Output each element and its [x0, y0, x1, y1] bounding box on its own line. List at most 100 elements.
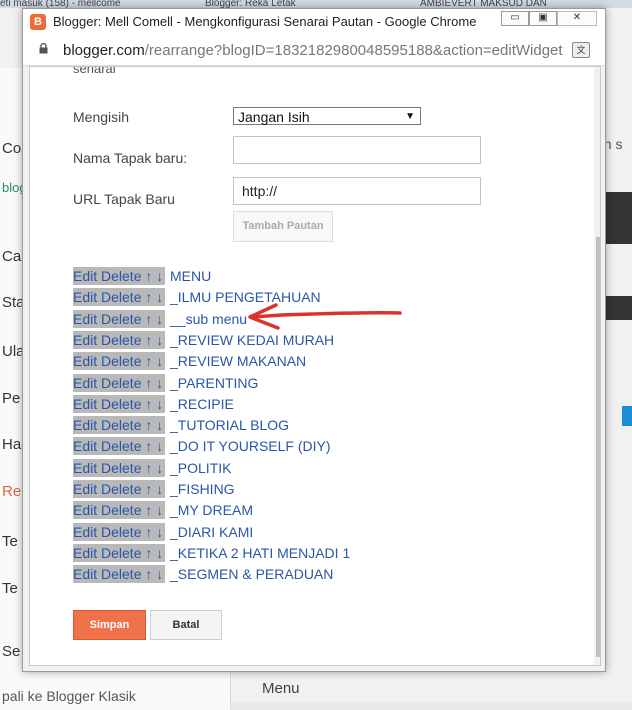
background-sidebar-item[interactable]: Re [2, 483, 21, 500]
edit-link[interactable]: Edit [73, 311, 97, 327]
move-down-link[interactable]: ↓ [156, 524, 163, 540]
background-sidebar-item[interactable]: Pe [2, 390, 20, 407]
url-text[interactable]: blogger.com/rearrange?blogID=18321829800… [63, 42, 563, 59]
delete-link[interactable]: Delete [101, 268, 141, 284]
edit-link[interactable]: Edit [73, 268, 97, 284]
delete-link[interactable]: Delete [101, 332, 141, 348]
delete-link[interactable]: Delete [101, 460, 141, 476]
edit-link[interactable]: Edit [73, 375, 97, 391]
link-name: _PARENTING [170, 374, 259, 391]
background-sidebar-item[interactable]: Te [2, 533, 18, 550]
minimize-button[interactable]: ▭ [501, 11, 529, 26]
sort-select[interactable]: Jangan Isih ▼ [233, 107, 421, 125]
background-sidebar-item[interactable]: Te [2, 580, 18, 597]
background-tab[interactable]: eti masuk (158) - mellcome [0, 0, 140, 8]
move-down-link[interactable]: ↓ [156, 438, 163, 454]
edit-link[interactable]: Edit [73, 460, 97, 476]
delete-link[interactable]: Delete [101, 438, 141, 454]
move-down-link[interactable]: ↓ [156, 460, 163, 476]
move-up-link[interactable]: ↑ [145, 289, 152, 305]
delete-link[interactable]: Delete [101, 311, 141, 327]
delete-link[interactable]: Delete [101, 502, 141, 518]
link-name: __sub menu [170, 310, 248, 327]
scrollbar-thumb[interactable] [596, 237, 600, 657]
delete-link[interactable]: Delete [101, 524, 141, 540]
delete-link[interactable]: Delete [101, 289, 141, 305]
move-down-link[interactable]: ↓ [156, 481, 163, 497]
delete-link[interactable]: Delete [101, 566, 141, 582]
move-down-link[interactable]: ↓ [156, 289, 163, 305]
edit-link[interactable]: Edit [73, 289, 97, 305]
move-up-link[interactable]: ↑ [145, 332, 152, 348]
link-name: _POLITIK [170, 459, 232, 476]
link-name: _SEGMEN & PERADUAN [170, 566, 334, 583]
link-controls: Edit Delete ↑ ↓ [73, 416, 166, 435]
link-name: _RECIPIE [170, 395, 234, 412]
move-up-link[interactable]: ↑ [145, 460, 152, 476]
maximize-button[interactable]: ▣ [529, 11, 557, 26]
move-down-link[interactable]: ↓ [156, 545, 163, 561]
move-up-link[interactable]: ↑ [145, 353, 152, 369]
link-name: _REVIEW MAKANAN [170, 353, 307, 370]
edit-link[interactable]: Edit [73, 417, 97, 433]
dialog-content: senarai Mengisih Jangan Isih ▼ Nama Tapa… [29, 66, 601, 666]
move-down-link[interactable]: ↓ [156, 396, 163, 412]
site-name-input[interactable] [233, 136, 481, 164]
save-button[interactable]: Simpan [73, 610, 146, 640]
move-up-link[interactable]: ↑ [145, 524, 152, 540]
move-up-link[interactable]: ↑ [145, 375, 152, 391]
edit-link[interactable]: Edit [73, 566, 97, 582]
move-down-link[interactable]: ↓ [156, 353, 163, 369]
background-sidebar-item[interactable]: Se [2, 643, 20, 660]
delete-link[interactable]: Delete [101, 353, 141, 369]
delete-link[interactable]: Delete [101, 375, 141, 391]
edit-link[interactable]: Edit [73, 524, 97, 540]
move-down-link[interactable]: ↓ [156, 502, 163, 518]
background-sidebar-item[interactable]: Ca [2, 248, 21, 265]
move-down-link[interactable]: ↓ [156, 332, 163, 348]
move-up-link[interactable]: ↑ [145, 438, 152, 454]
link-controls: Edit Delete ↑ ↓ [73, 458, 166, 477]
background-sidebar-item[interactable]: Ha [2, 436, 21, 453]
delete-link[interactable]: Delete [101, 545, 141, 561]
background-dark-block [604, 192, 632, 244]
move-up-link[interactable]: ↑ [145, 311, 152, 327]
edit-link[interactable]: Edit [73, 502, 97, 518]
move-down-link[interactable]: ↓ [156, 268, 163, 284]
move-up-link[interactable]: ↑ [145, 268, 152, 284]
link-controls: Edit Delete ↑ ↓ [73, 480, 166, 498]
edit-link[interactable]: Edit [73, 396, 97, 412]
move-up-link[interactable]: ↑ [145, 545, 152, 561]
add-link-button[interactable]: Tambah Pautan [233, 211, 333, 242]
sort-select-value: Jangan Isih [238, 109, 310, 125]
delete-link[interactable]: Delete [101, 396, 141, 412]
move-up-link[interactable]: ↑ [145, 481, 152, 497]
move-down-link[interactable]: ↓ [156, 375, 163, 391]
background-tab[interactable]: Blogger: Reka Letak [205, 0, 325, 8]
annotation-arrow-icon [248, 303, 402, 330]
edit-link[interactable]: Edit [73, 353, 97, 369]
edit-link[interactable]: Edit [73, 481, 97, 497]
edit-link[interactable]: Edit [73, 545, 97, 561]
move-up-link[interactable]: ↑ [145, 566, 152, 582]
link-controls: Edit Delete ↑ ↓ [73, 309, 166, 328]
move-up-link[interactable]: ↑ [145, 502, 152, 518]
move-down-link[interactable]: ↓ [156, 417, 163, 433]
close-button[interactable]: ✕ [557, 11, 597, 26]
edit-link[interactable]: Edit [73, 332, 97, 348]
site-url-input[interactable]: http:// [233, 177, 481, 205]
delete-link[interactable]: Delete [101, 417, 141, 433]
translate-icon[interactable]: 文 [572, 42, 590, 58]
cancel-button[interactable]: Batal [150, 610, 222, 640]
background-sidebar-item[interactable]: Co [2, 140, 21, 157]
move-up-link[interactable]: ↑ [145, 396, 152, 412]
scrollbar[interactable] [594, 67, 600, 665]
move-down-link[interactable]: ↓ [156, 311, 163, 327]
background-tab[interactable]: AMBIEVERT MAKSUD DAN [420, 0, 570, 8]
move-up-link[interactable]: ↑ [145, 417, 152, 433]
delete-link[interactable]: Delete [101, 481, 141, 497]
move-down-link[interactable]: ↓ [156, 566, 163, 582]
address-bar[interactable]: blogger.com/rearrange?blogID=18321829800… [23, 35, 605, 66]
edit-link[interactable]: Edit [73, 438, 97, 454]
link-controls: Edit Delete ↑ ↓ [73, 437, 166, 456]
